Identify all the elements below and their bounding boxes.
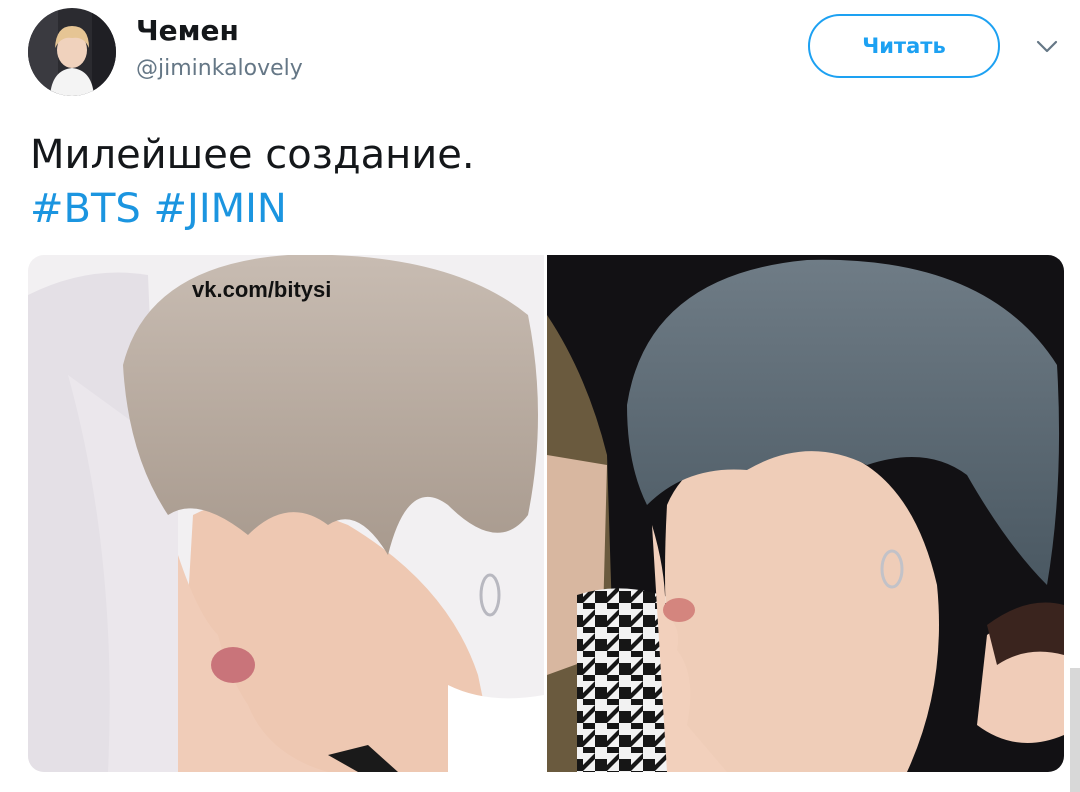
hashtags: #BTS #JIMIN <box>30 182 1030 236</box>
avatar-image <box>28 8 116 96</box>
user-handle[interactable]: @jiminkalovely <box>136 56 303 81</box>
avatar[interactable] <box>28 8 116 96</box>
tweet-text: Милейшее создание. <box>30 132 475 178</box>
hashtag-jimin[interactable]: #JIMIN <box>154 186 287 232</box>
tweet-media[interactable]: vk.com/bitysi <box>28 255 1064 772</box>
tweet-text-block: Милейшее создание. #BTS #JIMIN <box>30 128 1030 236</box>
edge-divider <box>1070 668 1080 792</box>
right-photo <box>547 255 1064 772</box>
hashtag-bts[interactable]: #BTS <box>30 186 141 232</box>
follow-button[interactable]: Читать <box>808 14 1000 78</box>
display-name[interactable]: Чемен <box>136 14 239 47</box>
watermark: vk.com/bitysi <box>192 277 332 302</box>
left-photo <box>28 255 544 772</box>
chevron-down-icon[interactable] <box>1034 38 1060 56</box>
